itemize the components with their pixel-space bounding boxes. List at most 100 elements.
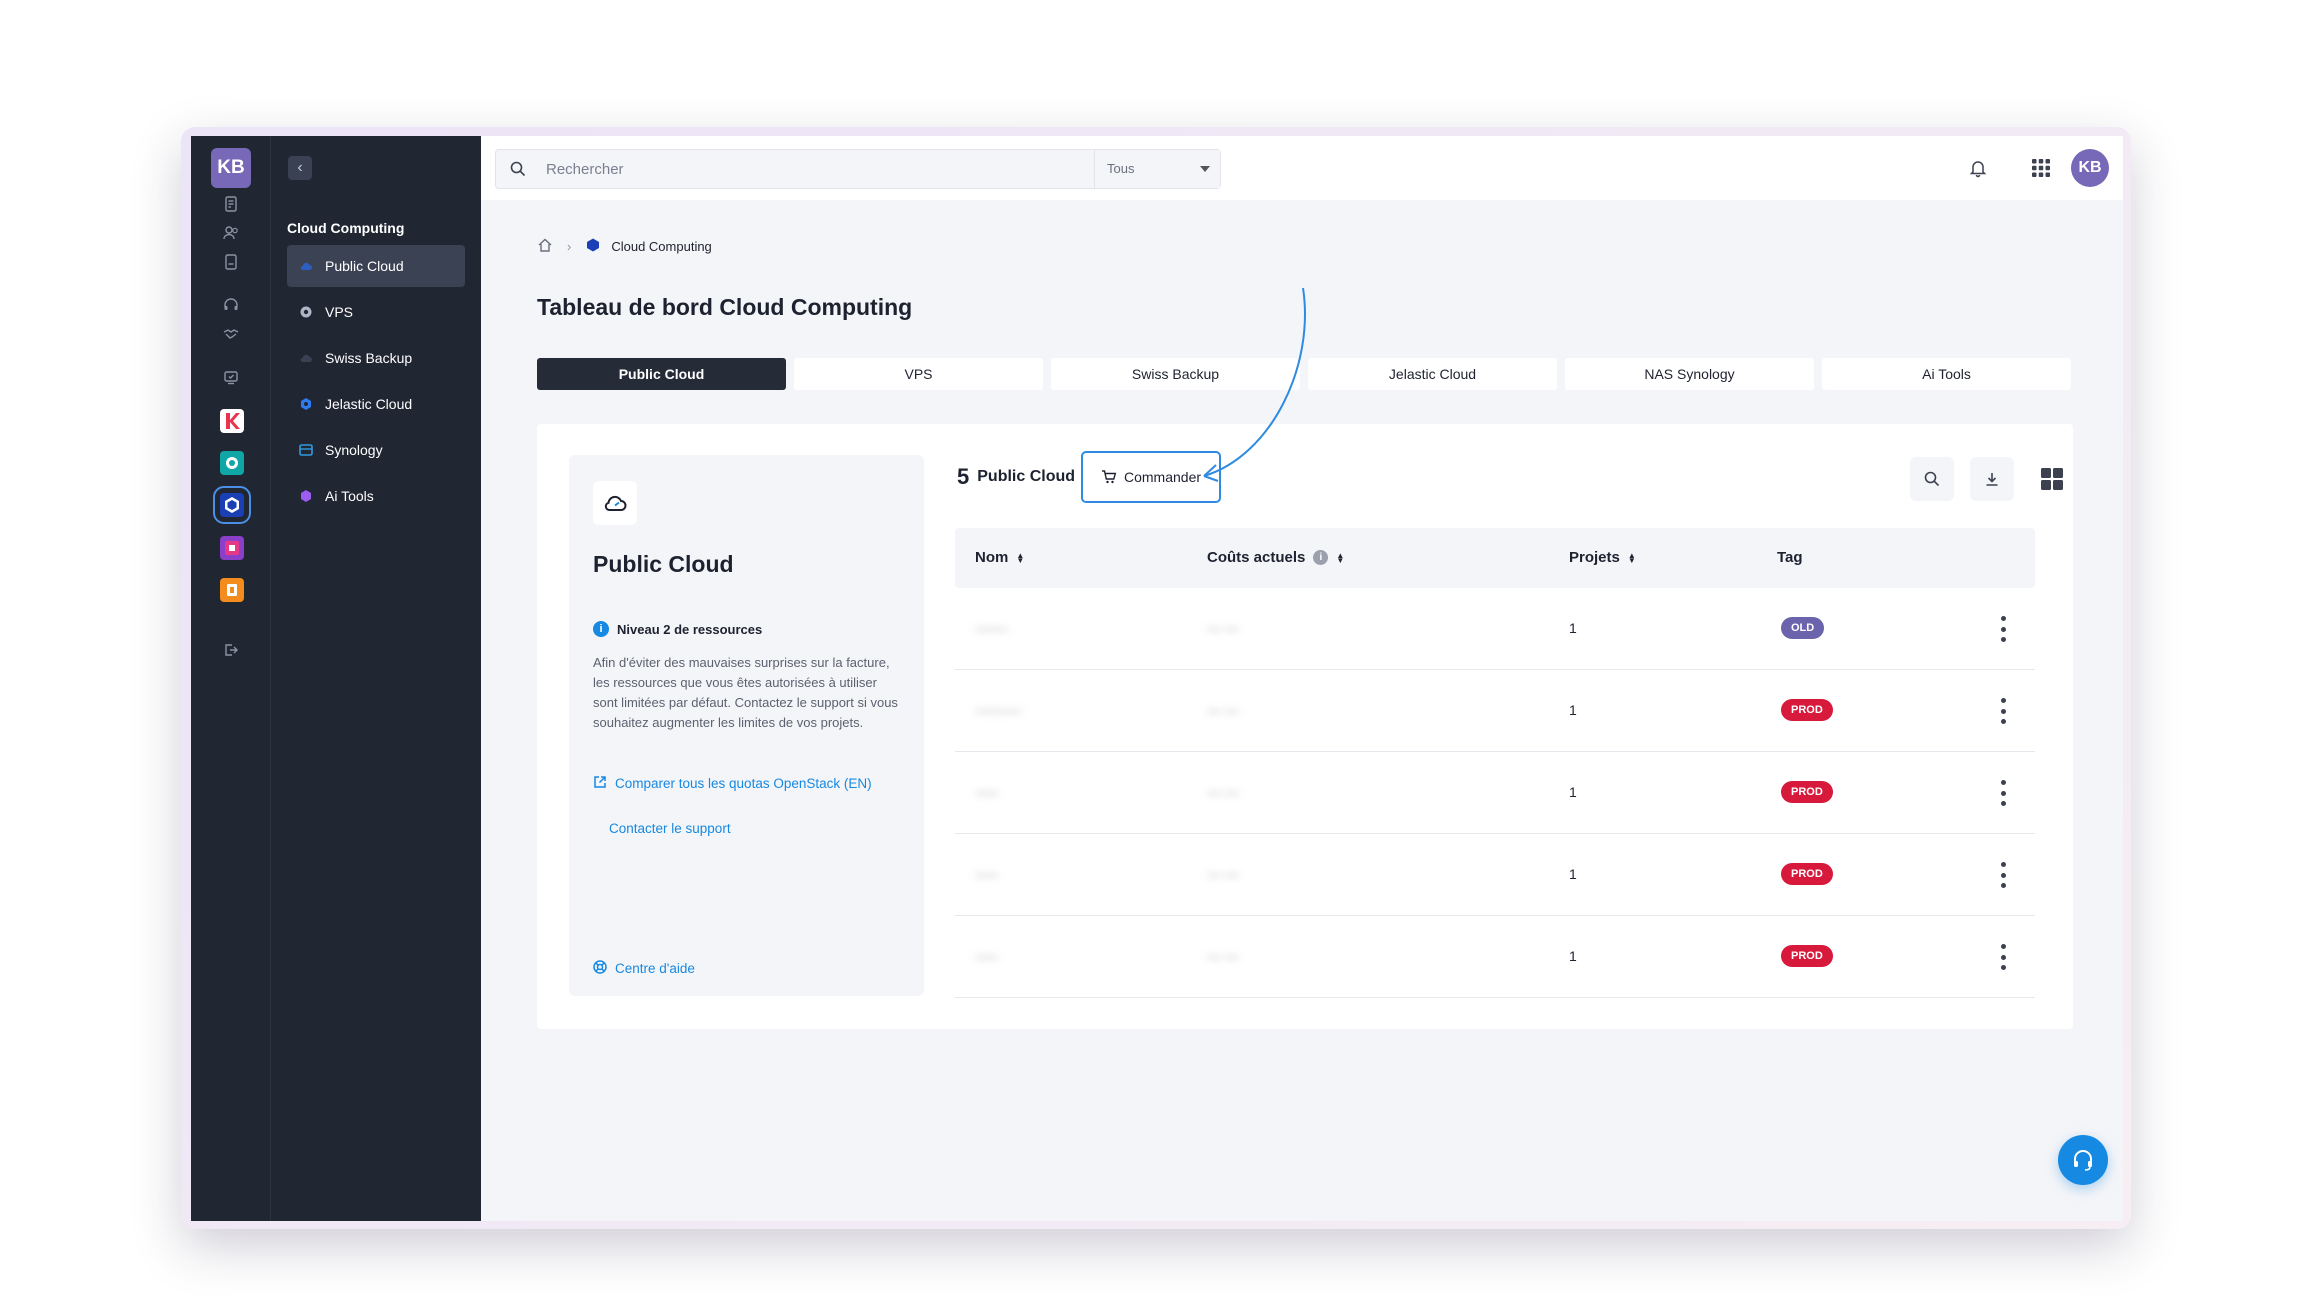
column-header-projects[interactable]: Projets ▲ ▼ <box>1569 549 1636 566</box>
more-options-icon[interactable] <box>2000 780 2006 806</box>
tab-vps[interactable]: VPS <box>794 358 1043 390</box>
row-cost: --- --- <box>1207 620 1239 636</box>
tab-jelastic-cloud[interactable]: Jelastic Cloud <box>1308 358 1557 390</box>
column-header-tag: Tag <box>1777 549 1803 566</box>
search-bar[interactable]: Rechercher Tous <box>495 149 1221 189</box>
sidebar-item-jelastic-cloud[interactable]: Jelastic Cloud <box>287 383 465 425</box>
dashboard-icon[interactable] <box>217 190 245 218</box>
sidebar-item-public-cloud[interactable]: Public Cloud <box>287 245 465 287</box>
row-name[interactable]: ----- <box>975 866 998 882</box>
headset-icon[interactable] <box>217 291 245 319</box>
tab-swiss-backup[interactable]: Swiss Backup <box>1051 358 1300 390</box>
table-row[interactable]: ---------- --- --- 1 PROD <box>955 670 2035 752</box>
kmeet-app-icon[interactable] <box>220 451 244 475</box>
search-icon <box>1924 471 1940 487</box>
account-logo[interactable]: KB <box>211 148 251 188</box>
row-name[interactable]: ----- <box>975 784 998 800</box>
item-count: 5 <box>957 464 970 489</box>
row-name[interactable]: ---------- <box>975 702 1022 718</box>
dashboard-card: Public Cloud i Niveau 2 de ressources Af… <box>537 424 2073 1029</box>
cloud-computing-icon <box>585 237 601 256</box>
help-center-link[interactable]: Centre d'aide <box>593 960 695 977</box>
sort-icon: ▲ ▼ <box>1336 550 1345 565</box>
home-icon[interactable] <box>537 237 553 256</box>
sidebar-item-ai-tools[interactable]: Ai Tools <box>287 475 465 517</box>
compare-quotas-link[interactable]: Comparer tous les quotas OpenStack (EN) <box>593 775 872 792</box>
shop-icon[interactable] <box>217 363 245 391</box>
users-icon[interactable] <box>217 219 245 247</box>
swiss-transfer-app-icon[interactable] <box>220 578 244 602</box>
info-title: Public Cloud <box>593 551 734 577</box>
table-row[interactable]: ----- --- --- 1 PROD <box>955 834 2035 916</box>
column-header-name[interactable]: Nom ▲ ▼ <box>975 549 1024 566</box>
breadcrumb-current: Cloud Computing <box>611 238 712 254</box>
sidebar-item-vps[interactable]: VPS <box>287 291 465 333</box>
ai-tools-icon <box>299 489 313 503</box>
tag-badge: OLD <box>1781 617 1825 639</box>
item-count-label: Public Cloud <box>977 468 1076 485</box>
download-icon <box>1986 473 1998 486</box>
row-name[interactable]: ------- <box>975 620 1008 636</box>
order-button[interactable]: Commander <box>1081 451 1221 503</box>
cloud-icon <box>593 481 637 525</box>
support-chat-button[interactable] <box>2058 1135 2108 1185</box>
logout-icon[interactable] <box>217 636 245 664</box>
tab-public-cloud[interactable]: Public Cloud <box>537 358 786 390</box>
product-tabs: Public Cloud VPS Swiss Backup Jelastic C… <box>537 358 2073 390</box>
grid-view-toggle[interactable] <box>2030 457 2074 501</box>
handshake-icon[interactable] <box>217 320 245 348</box>
row-cost: --- --- <box>1207 866 1239 882</box>
tab-nas-synology[interactable]: NAS Synology <box>1565 358 1814 390</box>
tag-badge: PROD <box>1781 945 1833 967</box>
help-center-label: Centre d'aide <box>615 961 695 976</box>
row-cost: --- --- <box>1207 784 1239 800</box>
row-name[interactable]: ----- <box>975 948 998 964</box>
row-projects: 1 <box>1569 702 1577 718</box>
table-row[interactable]: ------- --- --- 1 OLD <box>955 588 2035 670</box>
sidebar-item-swiss-backup[interactable]: Swiss Backup <box>287 337 465 379</box>
user-avatar[interactable]: KB <box>2071 149 2109 187</box>
sort-icon: ▲ ▼ <box>1016 550 1025 565</box>
cart-icon <box>1101 470 1117 484</box>
column-header-label: Nom <box>975 549 1009 566</box>
tab-ai-tools[interactable]: Ai Tools <box>1822 358 2071 390</box>
server-icon <box>299 305 313 319</box>
sort-icon: ▲ ▼ <box>1627 550 1636 565</box>
tag-badge: PROD <box>1781 863 1833 885</box>
table-search-button[interactable] <box>1910 457 1954 501</box>
table-row[interactable]: ----- --- --- 1 PROD <box>955 916 2035 998</box>
column-header-label: Projets <box>1569 549 1620 566</box>
billing-icon[interactable] <box>217 248 245 276</box>
cloud-computing-app-icon[interactable] <box>213 486 251 524</box>
export-download-button[interactable] <box>1970 457 2014 501</box>
resource-level: i Niveau 2 de ressources <box>593 621 762 637</box>
breadcrumb: › Cloud Computing <box>537 236 712 256</box>
sidebar-item-synology[interactable]: Synology <box>287 429 465 471</box>
row-projects: 1 <box>1569 784 1577 800</box>
kdrive-app-icon[interactable] <box>220 536 244 560</box>
notifications-bell-icon[interactable] <box>1966 156 1990 180</box>
sidebar-item-label: Swiss Backup <box>325 350 413 366</box>
sidebar-item-label: Ai Tools <box>325 488 374 504</box>
chevron-right-icon: › <box>567 238 572 254</box>
app-window: KB ‹ Cloud Computing Public Cloud VPS Sw… <box>191 136 2123 1221</box>
more-options-icon[interactable] <box>2000 698 2006 724</box>
contact-support-link[interactable]: Contacter le support <box>609 821 731 836</box>
app-grid-icon[interactable] <box>2029 156 2053 180</box>
search-scope-value: Tous <box>1107 161 1135 176</box>
kchat-app-icon[interactable] <box>220 409 244 433</box>
search-scope-select[interactable]: Tous <box>1094 150 1220 188</box>
table-row[interactable]: ----- --- --- 1 PROD <box>955 752 2035 834</box>
info-icon[interactable]: i <box>1313 550 1329 565</box>
search-input[interactable]: Rechercher <box>546 161 624 178</box>
more-options-icon[interactable] <box>2000 616 2006 642</box>
collapse-sidebar-button[interactable]: ‹ <box>288 156 312 180</box>
icon-rail: KB <box>191 136 271 1221</box>
column-header-cost[interactable]: Coûts actuels i ▲ ▼ <box>1207 549 1344 566</box>
info-panel: Public Cloud i Niveau 2 de ressources Af… <box>569 455 924 996</box>
more-options-icon[interactable] <box>2000 862 2006 888</box>
row-projects: 1 <box>1569 948 1577 964</box>
more-options-icon[interactable] <box>2000 944 2006 970</box>
compare-quotas-label: Comparer tous les quotas OpenStack (EN) <box>615 776 872 791</box>
sidebar-section-title: Cloud Computing <box>287 220 405 236</box>
